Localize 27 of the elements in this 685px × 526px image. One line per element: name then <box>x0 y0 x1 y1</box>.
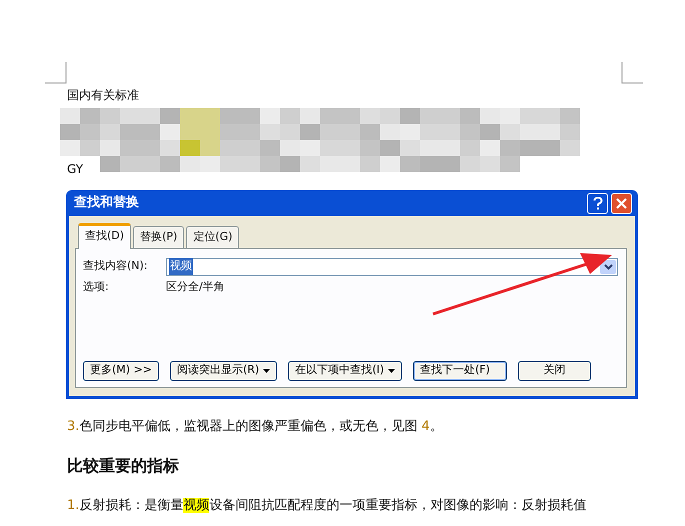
field-label: 查找内容(N): <box>83 258 149 274</box>
help-button[interactable] <box>587 192 608 214</box>
menu-button[interactable]: 阅读突出显示(R) <box>170 360 278 380</box>
corner-mark <box>621 62 643 84</box>
caret-icon <box>388 368 396 372</box>
button[interactable]: 关闭 <box>518 360 592 380</box>
options-label: 选项: <box>83 278 110 294</box>
dropdown-icon[interactable] <box>600 260 616 274</box>
tab[interactable]: 定位(G) <box>186 226 240 248</box>
dialog-title: 查找和替换 <box>74 194 139 212</box>
help-icon <box>592 196 602 210</box>
document-text: GY <box>67 161 84 178</box>
tab[interactable]: 查找(D) <box>78 223 132 248</box>
paragraph: 3.色同步电平偏低，监视器上的图像严重偏色，或无色，见图 4。 <box>67 418 444 436</box>
paragraph: 1.反射损耗：是衡量视频设备间阻抗匹配程度的一项重要指标，对图像的影响：反射损耗值 <box>67 497 588 515</box>
button[interactable]: 查找下一处(F) <box>413 360 508 380</box>
button[interactable]: 更多(M) >> <box>83 360 159 380</box>
caret-icon <box>263 368 270 372</box>
search-field[interactable]: 视频 <box>166 258 618 276</box>
section-heading: 比较重要的指标 <box>67 455 180 477</box>
corner-mark <box>45 62 67 84</box>
options-text: 区分全/半角 <box>166 278 225 294</box>
close-button[interactable] <box>611 192 632 214</box>
close-icon <box>616 198 627 208</box>
tab[interactable]: 替换(P) <box>133 226 184 248</box>
document-text: 国内有关标准 <box>67 87 140 104</box>
menu-button[interactable]: 在以下项中查找(I) <box>288 360 402 380</box>
